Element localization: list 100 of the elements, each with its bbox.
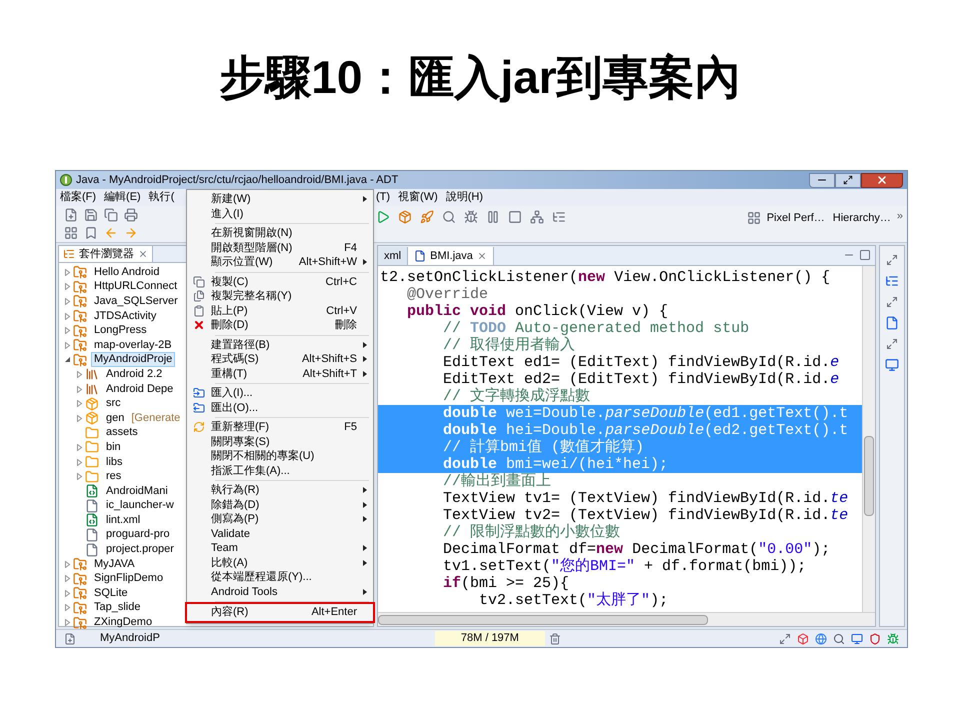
collapsed-arrow-icon[interactable]	[64, 342, 70, 349]
tree-item[interactable]: ZXingDemo	[91, 615, 156, 630]
menu-item[interactable]: 關閉不相關的專案(U)	[187, 449, 373, 464]
perspective-button[interactable]: Hierarchy…	[830, 210, 893, 226]
search-icon[interactable]	[442, 210, 456, 224]
menu-bar-item[interactable]: 執行(	[148, 189, 174, 206]
menu-item[interactable]: Validate	[187, 526, 373, 541]
collapsed-arrow-icon[interactable]	[64, 312, 70, 320]
tree-item[interactable]: res	[103, 469, 124, 484]
package-icon[interactable]	[398, 210, 412, 224]
vertical-scrollbar[interactable]	[862, 266, 875, 612]
menu-item[interactable]: 指派工作集(A)...	[187, 464, 373, 478]
bookmark-icon[interactable]	[84, 226, 98, 240]
scrollbar-thumb[interactable]	[864, 436, 874, 516]
tree-item[interactable]: MyJAVA	[91, 556, 138, 572]
close-icon[interactable]	[138, 249, 148, 259]
restore-icon[interactable]	[886, 296, 898, 308]
menu-item[interactable]: 匯入(I)...	[187, 386, 373, 400]
monitor-icon[interactable]	[851, 632, 863, 644]
menu-item[interactable]: 重新整理(F) F5	[187, 420, 373, 434]
maximize-icon[interactable]	[859, 249, 871, 261]
restore-icon[interactable]	[886, 338, 898, 350]
shield-icon[interactable]	[869, 632, 881, 644]
collapsed-arrow-icon[interactable]	[64, 298, 70, 305]
collapsed-arrow-icon[interactable]	[64, 560, 70, 568]
editor-tab[interactable]: xml	[378, 247, 408, 265]
menu-item[interactable]: Android Tools	[187, 584, 373, 599]
menu-item[interactable]: 在新視窗開啟(N)	[187, 226, 373, 240]
tree-item[interactable]: project.proper	[103, 542, 177, 558]
tree-item[interactable]: Android Depe	[103, 382, 176, 397]
close-button[interactable]	[861, 172, 903, 188]
menu-item[interactable]: 內容(R) Alt+Enter	[187, 604, 373, 621]
menu-bar-item[interactable]: 說明(H)	[446, 189, 484, 206]
java-file-icon[interactable]	[885, 316, 899, 330]
perspective-icon[interactable]	[746, 211, 761, 226]
tree-item[interactable]: assets	[103, 425, 141, 440]
collapsed-arrow-icon[interactable]	[64, 590, 70, 597]
menu-item[interactable]: 從本端歷程還原(Y)...	[187, 570, 373, 584]
new-file-icon[interactable]	[64, 208, 78, 222]
menu-bar-item[interactable]: 視窗(W)	[398, 189, 438, 206]
collapsed-arrow-icon[interactable]	[64, 604, 70, 612]
overflow-chevron[interactable]: »	[896, 208, 903, 224]
minimize-button[interactable]	[809, 172, 835, 188]
tree-item[interactable]: Java_SQLServer	[91, 294, 181, 309]
tree-item[interactable]: libs	[103, 454, 126, 470]
tree-item[interactable]: bin	[103, 440, 124, 455]
tree-item[interactable]: HttpURLConnect	[91, 279, 180, 294]
trash-icon[interactable]	[548, 632, 561, 644]
maximize-button[interactable]	[835, 172, 861, 188]
horizontal-scrollbar[interactable]	[378, 612, 875, 626]
collapsed-arrow-icon[interactable]	[64, 619, 70, 626]
menu-item[interactable]: 開啟類型階層(N) F4	[187, 240, 373, 255]
scrollbar-thumb[interactable]	[378, 614, 708, 624]
collapsed-arrow-icon[interactable]	[76, 370, 82, 378]
restore-icon[interactable]	[886, 254, 898, 266]
restore-icon[interactable]	[779, 632, 791, 644]
tree-item[interactable]: src	[103, 396, 124, 412]
tree-item[interactable]: LongPress	[91, 323, 150, 338]
perspective-button[interactable]: Pixel Perf…	[764, 210, 827, 226]
menu-bar-item[interactable]: 檔案(F)	[60, 189, 96, 206]
tree-item[interactable]: proguard-pro	[103, 527, 173, 542]
collapsed-arrow-icon[interactable]	[76, 458, 82, 466]
tree-item[interactable]: JTDSActivity	[91, 308, 160, 324]
search-icon[interactable]	[833, 632, 845, 644]
device-icon[interactable]	[797, 632, 809, 644]
console-icon[interactable]	[885, 358, 899, 372]
globe-icon[interactable]	[815, 632, 827, 644]
tree-item[interactable]: map-overlay-2B	[91, 338, 175, 353]
explorer-tab[interactable]: 套件瀏覽器	[59, 246, 153, 262]
tree-item[interactable]: gen	[103, 410, 128, 426]
menu-bar-item[interactable]: 編輯(E)	[104, 189, 141, 206]
collapsed-arrow-icon[interactable]	[64, 327, 70, 334]
tree-item[interactable]: SignFlipDemo	[91, 571, 166, 586]
collapsed-arrow-icon[interactable]	[64, 283, 70, 290]
menu-item[interactable]: 複製完整名稱(Y)	[187, 289, 373, 304]
save-all-icon[interactable]	[104, 208, 118, 222]
tree-item[interactable]: ic_launcher-w	[103, 498, 177, 514]
collapsed-arrow-icon[interactable]	[76, 386, 82, 393]
tree-item[interactable]: SQLite	[91, 586, 131, 601]
debug-icon[interactable]	[464, 210, 478, 224]
tree-item[interactable]: lint.xml	[103, 512, 144, 528]
status-icon[interactable]	[64, 632, 76, 644]
close-icon[interactable]	[476, 251, 487, 261]
menu-item[interactable]: 關閉專案(S)	[187, 434, 373, 449]
menu-item[interactable]: 程式碼(S) Alt+Shift+S	[187, 352, 373, 366]
menu-item[interactable]: 建置路徑(B)	[187, 338, 373, 352]
collapsed-arrow-icon[interactable]	[64, 268, 70, 276]
collapsed-arrow-icon[interactable]	[64, 575, 70, 582]
menu-item[interactable]: 側寫為(P)	[187, 512, 373, 526]
menu-item[interactable]: 除錯為(D)	[187, 498, 373, 512]
menu-item[interactable]: 貼上(P) Ctrl+V	[187, 304, 373, 318]
expanded-arrow-icon[interactable]	[64, 356, 70, 364]
tree-item[interactable]: Android 2.2	[103, 366, 166, 382]
menu-item[interactable]: Team	[187, 541, 373, 556]
collapsed-arrow-icon[interactable]	[76, 473, 82, 480]
save-icon[interactable]	[84, 208, 98, 222]
collapsed-arrow-icon[interactable]	[76, 444, 82, 451]
run-icon[interactable]	[376, 210, 390, 224]
stop-icon[interactable]	[508, 210, 522, 224]
outline-icon[interactable]	[885, 274, 899, 288]
